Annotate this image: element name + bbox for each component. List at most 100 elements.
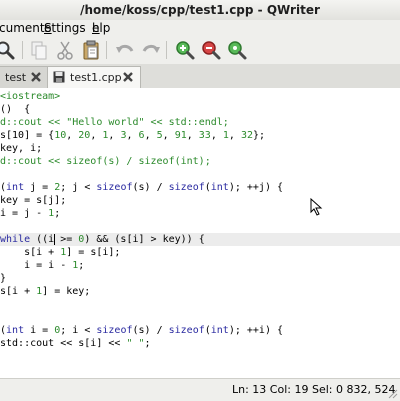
code-token: std::cout << s[i] << — [0, 338, 127, 349]
code-token: , — [66, 130, 79, 141]
mouse-cursor-icon — [310, 198, 323, 216]
code-token: , — [108, 130, 121, 141]
code-token: int — [210, 325, 229, 336]
code-line[interactable]: s[i + 1] = s[i]; — [0, 246, 400, 259]
code-line[interactable]: <iostream> — [0, 90, 400, 103]
code-line[interactable]: } — [0, 272, 400, 285]
code-token: ) && (s[i] > key)) { — [84, 234, 205, 245]
code-token: sizeof — [96, 325, 133, 336]
code-token: 33 — [198, 130, 211, 141]
code-token: (s) / — [132, 182, 169, 193]
code-line[interactable]: s[i + 1] = key; — [0, 285, 400, 298]
code-token: int — [6, 325, 25, 336]
code-line[interactable]: () { — [0, 103, 400, 116]
copy-button[interactable] — [28, 39, 50, 61]
zoom-out-icon — [202, 41, 221, 60]
code-token: i = j - — [0, 208, 49, 219]
code-token: 10 — [54, 130, 67, 141]
code-token: ] = s[i]; — [66, 247, 121, 258]
code-token: ); ++j) { — [228, 182, 284, 193]
code-token: s[i + — [0, 247, 61, 258]
undo-icon — [116, 44, 134, 53]
code-token: sizeof — [168, 182, 205, 193]
zoom-reset-icon — [228, 41, 247, 60]
code-token: j = — [24, 182, 55, 193]
close-tab-icon[interactable] — [121, 70, 135, 84]
paste-icon — [83, 40, 99, 60]
copy-icon — [31, 41, 47, 60]
code-token: ); ++i) { — [228, 325, 284, 336]
code-token: , — [90, 130, 103, 141]
code-token: ; i < — [60, 325, 97, 336]
code-line[interactable] — [0, 220, 400, 233]
zoom-in-icon — [176, 41, 195, 60]
code-token: , — [144, 130, 157, 141]
code-token: s[i + — [0, 286, 37, 297]
toolbar-separator — [166, 41, 167, 59]
code-editor[interactable]: <iostream>() {d::cout << "Hello world" <… — [0, 88, 400, 378]
code-line[interactable]: i = j - 1; — [0, 207, 400, 220]
code-token: , — [126, 130, 139, 141]
code-token: while — [0, 234, 31, 245]
code-token: " " — [126, 338, 145, 349]
code-token: () { — [0, 104, 31, 115]
code-line[interactable] — [0, 168, 400, 181]
code-token: "Hello world" — [66, 117, 145, 128]
code-line[interactable]: i = i - 1; — [0, 259, 400, 272]
find-icon — [0, 41, 15, 60]
code-token: <iostream> — [0, 91, 61, 102]
code-token: , — [210, 130, 223, 141]
menu-bar: cument Settings h elp — [0, 20, 400, 36]
code-token: , — [228, 130, 241, 141]
code-token: , — [162, 130, 175, 141]
code-token: ; j < — [60, 182, 97, 193]
code-line[interactable]: key = s[j]; — [0, 194, 400, 207]
redo-button[interactable] — [140, 39, 162, 61]
code-token: } — [0, 273, 7, 284]
code-token: d::cout << — [0, 117, 67, 128]
code-line[interactable]: (int i = 0; i < sizeof(s) / sizeof(int);… — [0, 324, 400, 337]
code-token: ] = key; — [42, 286, 91, 297]
code-token: }; — [253, 130, 266, 141]
code-line[interactable]: (int j = 2; j < sizeof(s) / sizeof(int);… — [0, 181, 400, 194]
code-line[interactable] — [0, 350, 400, 363]
zoom-reset-button[interactable] — [226, 39, 248, 61]
code-token: s[10] = { — [0, 130, 55, 141]
find-button[interactable] — [0, 39, 16, 61]
undo-button[interactable] — [114, 39, 136, 61]
code-token: 91 — [174, 130, 187, 141]
code-line[interactable]: d::cout << sizeof(s) / sizeof(int); — [0, 155, 400, 168]
code-token: sizeof — [96, 182, 133, 193]
cursor-position-status: Ln: 13 Col: 19 Sel: 0 832, 524 — [232, 383, 396, 396]
paste-button[interactable] — [80, 39, 102, 61]
cut-button[interactable] — [54, 39, 76, 61]
code-token: i = — [24, 325, 55, 336]
code-token: key, i; — [0, 143, 43, 154]
status-bar: Ln: 13 Col: 19 Sel: 0 832, 524 — [0, 378, 400, 401]
code-token: d::cout << sizeof(s) / sizeof(int); — [0, 156, 211, 167]
window-title-bar[interactable]: /home/koss/cpp/test1.cpp - QWriter — [0, 0, 400, 21]
tab-label: test — [5, 71, 27, 84]
code-line[interactable] — [0, 311, 400, 324]
code-token: ; — [54, 208, 61, 219]
code-line[interactable]: while ((i >= 0) && (s[i] > key)) { — [0, 233, 400, 246]
zoom-out-button[interactable] — [200, 39, 222, 61]
text-cursor — [54, 234, 55, 245]
toolbar-separator — [106, 41, 107, 59]
code-line[interactable] — [0, 298, 400, 311]
close-tab-icon[interactable] — [29, 70, 43, 84]
code-line[interactable]: key, i; — [0, 142, 400, 155]
tab-bar: test test1.cpp — [0, 64, 400, 91]
code-line[interactable]: s[10] = {10, 20, 1, 3, 6, 5, 91, 33, 1, … — [0, 129, 400, 142]
tab-label: test1.cpp — [70, 71, 122, 84]
code-token: 20 — [78, 130, 91, 141]
resize-grip-icon[interactable] — [386, 387, 398, 399]
code-token: ; — [144, 338, 151, 349]
code-line[interactable]: std::cout << s[i] << " "; — [0, 337, 400, 350]
tab-test[interactable]: test — [0, 66, 48, 89]
code-line[interactable]: d::cout << "Hello world" << std::endl; — [0, 116, 400, 129]
cut-icon — [57, 41, 73, 60]
toolbar-separator — [22, 41, 23, 59]
zoom-in-button[interactable] — [174, 39, 196, 61]
code-token: << std::endl; — [144, 117, 229, 128]
